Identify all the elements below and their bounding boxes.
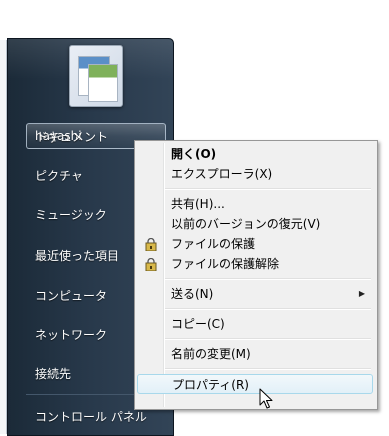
lock-icon [145,237,157,252]
menu-separator [165,338,371,340]
menu-item-unprotect-file[interactable]: ファイルの保護解除 [137,254,373,274]
menu-item-restore-previous-versions[interactable]: 以前のバージョンの復元(V) [137,214,373,234]
menu-item-copy[interactable]: コピー(C) [137,314,373,334]
menu-item-protect-file[interactable]: ファイルの保護 [137,234,373,254]
menu-separator [165,308,371,310]
submenu-arrow-icon: ▶ [358,289,365,298]
menu-separator [165,368,371,370]
menu-separator [165,278,371,280]
menu-item-label: ファイルの保護解除 [171,257,280,271]
mouse-cursor-icon [259,388,273,414]
menu-item-label: ファイルの保護 [171,237,256,251]
menu-separator [165,188,371,190]
menu-item-explore[interactable]: エクスプローラ(X) [137,164,373,184]
menu-item-label: 送る(N) [171,287,214,301]
menu-item-open[interactable]: 開く(O) [137,144,373,164]
document-thumbnail [88,64,118,102]
user-picture[interactable] [69,45,123,107]
unlock-icon [145,257,157,272]
menu-item-rename[interactable]: 名前の変更(M) [137,344,373,364]
menu-item-send-to[interactable]: 送る(N) ▶ [137,284,373,304]
menu-item-properties[interactable]: プロパティ(R) [137,374,373,394]
context-menu: 開く(O) エクスプローラ(X) 共有(H)... 以前のバージョンの復元(V)… [134,140,378,410]
menu-item-share[interactable]: 共有(H)... [137,194,373,214]
start-menu-left-column [0,40,7,434]
